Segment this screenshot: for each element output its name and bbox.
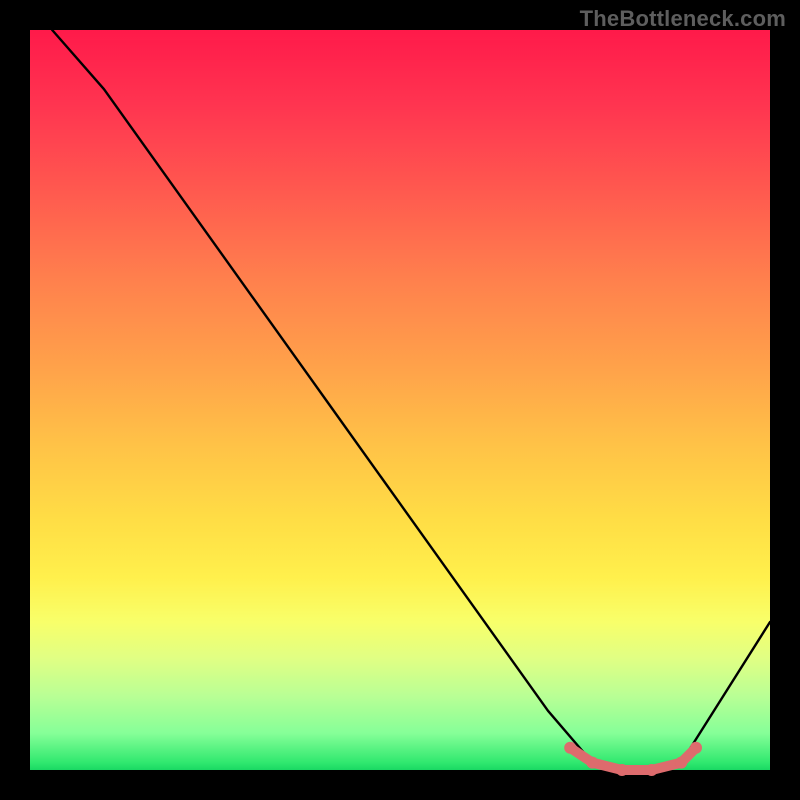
optimal-dot xyxy=(675,757,687,769)
optimal-dot xyxy=(564,742,576,754)
optimal-dot xyxy=(586,757,598,769)
watermark-text: TheBottleneck.com xyxy=(580,6,786,32)
optimal-dot xyxy=(616,764,628,776)
optimal-dot xyxy=(690,742,702,754)
bottleneck-curve xyxy=(52,30,770,770)
optimal-dot xyxy=(646,764,658,776)
curve-layer xyxy=(30,30,770,770)
plot-area xyxy=(30,30,770,770)
chart-frame: TheBottleneck.com xyxy=(0,0,800,800)
